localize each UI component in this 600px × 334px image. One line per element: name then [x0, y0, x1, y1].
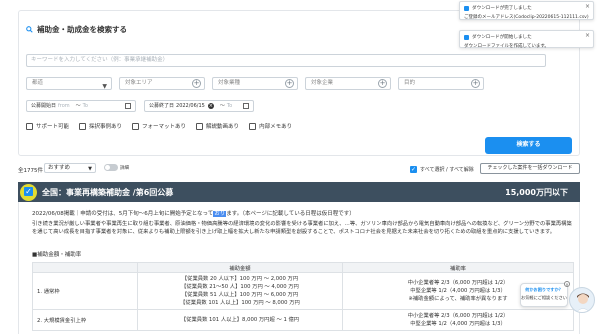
card-amount: 15,000万円以下 [505, 188, 568, 197]
calendar-icon [125, 103, 131, 109]
result-card-body: 2022/06/08掲載｜申請の受付は、5月下旬～6月上旬に開始予定となっており… [18, 202, 580, 334]
close-icon[interactable]: × [585, 32, 590, 39]
subsidy-table: 補助金額 補助率 1. 通常枠 【従業員数 20 人以下】100 万円 ～ 2,… [32, 262, 574, 331]
table-row: 1. 通常枠 【従業員数 20 人以下】100 万円 ～ 2,000 万円 【従… [32, 272, 574, 310]
table-header: 補助金額 [137, 262, 343, 273]
checkbox[interactable] [196, 122, 204, 130]
avatar[interactable] [569, 287, 595, 313]
industry-select[interactable]: 対象業種 + [212, 77, 298, 90]
purpose-select[interactable]: 目的 + [398, 77, 484, 90]
table-cell: 中小企業者等 2/3（6,000 万円超は 1/2） 中堅企業等 1/2（4,0… [342, 309, 574, 331]
select-all[interactable]: ✓ すべて選択 / すべて解除 [410, 166, 474, 173]
calendar-icon [243, 103, 249, 109]
area-select[interactable]: 対象エリア + [119, 77, 205, 90]
search-icon [26, 26, 33, 33]
start-date-field[interactable]: 公募開始日 from ～ To [26, 100, 136, 112]
card-dates: 2022/06/08掲載｜申請の受付は、5月下旬～6月上旬に開始予定となっており… [32, 211, 355, 217]
support-checkbox[interactable]: サポート可能 [26, 122, 69, 130]
download-complete-toast: ダウンロードが完了しました ご登録のメールアドレス(Codoclip-20220… [459, 1, 594, 20]
plus-icon: + [285, 79, 294, 88]
download-icon [464, 34, 469, 40]
video-checkbox[interactable]: 解説動画あり [196, 122, 239, 130]
detail-toggle[interactable] [104, 164, 118, 171]
table-cell: 【従業員数 20 人以下】100 万円 ～ 2,000 万円 【従業員数 21～… [137, 272, 343, 310]
close-icon[interactable]: × [585, 3, 590, 10]
memo-checkbox[interactable]: 内部メモあり [249, 122, 292, 130]
chat-bubble[interactable]: 何かお困りですか？ お気軽にご相談ください × [520, 281, 570, 307]
check-icon[interactable]: ✓ [24, 187, 33, 196]
checkbox[interactable] [79, 122, 87, 130]
bulk-download-button[interactable]: チェックした案件を一括ダウンロード [480, 163, 580, 174]
table-cell: 1. 通常枠 [32, 272, 138, 310]
clear-icon[interactable]: × [207, 103, 214, 109]
keyword-input[interactable]: キーワードを入力してください（例：事業承継補助金） [26, 54, 546, 67]
chevron-down-icon: ▼ [102, 83, 107, 90]
table-row: 2. 大規模賃金引上枠 【従業員数 101 人以上】8,000 万円超 ～ 1 … [32, 309, 574, 331]
table-cell: 2. 大規模賃金引上枠 [32, 309, 138, 331]
card-title[interactable]: 全国：事業再構築補助金 /第6回公募 [42, 187, 173, 198]
prefecture-select[interactable]: 都道 ▼ [26, 77, 112, 90]
avatar-icon [576, 293, 590, 312]
date-row: 公募開始日 from ～ To 公募終了日 2022/06/15 × ～ To [26, 100, 254, 112]
check-icon[interactable]: ✓ [410, 166, 417, 173]
checkbox[interactable] [249, 122, 257, 130]
plus-icon: + [192, 79, 201, 88]
checkbox-row: サポート可能 採択事例あり フォーマットあり 解説動画あり 内部メモあり [26, 122, 292, 130]
plus-icon: + [378, 79, 387, 88]
search-title-text: 補助金・助成金を検索する [37, 25, 127, 34]
download-started-toast: ダウンロードが開始しました ダウンロードファイルを作成しています。 × [459, 30, 594, 49]
card-description: 引き続き業況が厳しい事業者や事業再生に取り組む事業者、原油価格・物価高騰等の経済… [32, 221, 572, 235]
format-checkbox[interactable]: フォーマットあり [132, 122, 186, 130]
search-button[interactable]: 検索する [485, 137, 572, 154]
table-cell: 【従業員数 101 人以上】8,000 万円超 ～ 1 億円 [137, 309, 343, 331]
sort-select[interactable]: おすすめ ▼ [44, 163, 96, 173]
company-select[interactable]: 対象企業 + [305, 77, 391, 90]
end-date-field[interactable]: 公募終了日 2022/06/15 × ～ To [144, 100, 254, 112]
checkbox[interactable] [26, 122, 33, 130]
table-header [32, 262, 138, 273]
adoption-checkbox[interactable]: 採択事例あり [79, 122, 122, 130]
detail-toggle-label: 詳細 [120, 166, 129, 171]
scope-label: ■補助金額・補助率 [32, 252, 82, 258]
result-count: 全1775件 [18, 168, 43, 174]
search-title: 補助金・助成金を検索する [26, 24, 127, 35]
filter-row: 都道 ▼ 対象エリア + 対象業種 + 対象企業 + 目的 + [26, 77, 484, 90]
result-card-header[interactable]: ✓ 全国：事業再構築補助金 /第6回公募 15,000万円以下 [18, 182, 580, 202]
close-icon[interactable]: × [564, 281, 570, 287]
download-icon [464, 5, 469, 11]
chevron-down-icon: ▼ [88, 166, 92, 172]
table-header: 補助率 [342, 262, 574, 273]
checkbox[interactable] [132, 122, 140, 130]
plus-icon: + [471, 79, 480, 88]
